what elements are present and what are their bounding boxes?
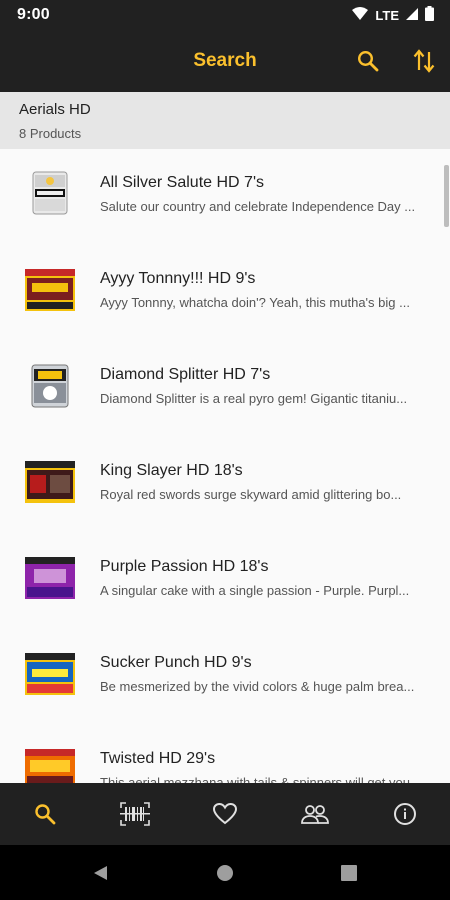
product-description: Ayyy Tonnny, whatcha doin'? Yeah, this m…	[100, 295, 410, 310]
product-title: Sucker Punch HD 9's	[100, 654, 252, 671]
product-thumbnail	[25, 653, 75, 695]
network-type: LTE	[375, 7, 399, 23]
wifi-icon	[351, 6, 369, 24]
app-bar: Search	[0, 30, 450, 92]
nav-group[interactable]	[270, 783, 360, 845]
nav-info[interactable]	[360, 783, 450, 845]
product-description: A singular cake with a single passion - …	[100, 583, 410, 598]
list-item[interactable]: Sucker Punch HD 9's Be mesmerized by the…	[0, 629, 450, 725]
category-name: Aerials HD	[19, 101, 91, 118]
nav-favorites[interactable]	[180, 783, 270, 845]
search-icon	[35, 804, 56, 825]
product-description: Diamond Splitter is a real pyro gem! Gig…	[100, 391, 408, 406]
sort-button[interactable]	[405, 42, 443, 80]
list-item[interactable]: Diamond Splitter HD 7's Diamond Splitter…	[0, 341, 450, 437]
status-icons: LTE	[351, 6, 434, 24]
battery-icon	[425, 6, 434, 24]
product-thumbnail	[32, 171, 68, 215]
category-header: Aerials HD 8 Products	[0, 92, 450, 149]
system-navigation-bar	[0, 845, 450, 900]
nav-search[interactable]	[0, 783, 90, 845]
list-item[interactable]: Purple Passion HD 18's A singular cake w…	[0, 533, 450, 629]
group-icon	[301, 805, 329, 824]
product-description: Salute our country and celebrate Indepen…	[100, 199, 416, 214]
product-description: This aerial mezzhana with tails & spinne…	[100, 775, 421, 783]
list-item[interactable]: Ayyy Tonnny!!! HD 9's Ayyy Tonnny, whatc…	[0, 245, 450, 341]
product-thumbnail	[25, 557, 75, 599]
product-thumbnail	[25, 749, 75, 783]
heart-icon	[212, 802, 238, 825]
nav-barcode[interactable]	[90, 783, 180, 845]
product-thumbnail	[31, 364, 69, 408]
product-thumbnail	[25, 269, 75, 311]
barcode-icon	[120, 802, 150, 826]
home-icon[interactable]	[216, 864, 234, 882]
product-title: King Slayer HD 18's	[100, 462, 243, 479]
list-item[interactable]: King Slayer HD 18's Royal red swords sur…	[0, 437, 450, 533]
status-time: 9:00	[17, 6, 50, 23]
info-icon	[394, 803, 416, 825]
product-description: Royal red swords surge skyward amid glit…	[100, 487, 402, 502]
recents-icon[interactable]	[341, 865, 357, 881]
product-title: Diamond Splitter HD 7's	[100, 366, 271, 383]
list-item[interactable]: Twisted HD 29's This aerial mezzhana wit…	[0, 725, 450, 783]
list-item[interactable]: All Silver Salute HD 7's Salute our coun…	[0, 149, 450, 245]
product-title: Ayyy Tonnny!!! HD 9's	[100, 270, 256, 287]
scrollbar[interactable]	[444, 165, 449, 227]
product-title: Purple Passion HD 18's	[100, 558, 269, 575]
product-title: All Silver Salute HD 7's	[100, 174, 264, 191]
search-button[interactable]	[349, 42, 387, 80]
status-bar: 9:00 LTE	[0, 0, 450, 30]
search-icon	[357, 50, 379, 72]
bottom-navigation	[0, 783, 450, 845]
product-list[interactable]: All Silver Salute HD 7's Salute our coun…	[0, 149, 450, 783]
sort-icon	[413, 49, 435, 73]
product-title: Twisted HD 29's	[100, 750, 216, 767]
product-count: 8 Products	[19, 126, 82, 141]
back-icon[interactable]	[91, 864, 109, 882]
product-description: Be mesmerized by the vivid colors & huge…	[100, 679, 415, 694]
product-thumbnail	[25, 461, 75, 503]
signal-icon	[405, 7, 419, 24]
